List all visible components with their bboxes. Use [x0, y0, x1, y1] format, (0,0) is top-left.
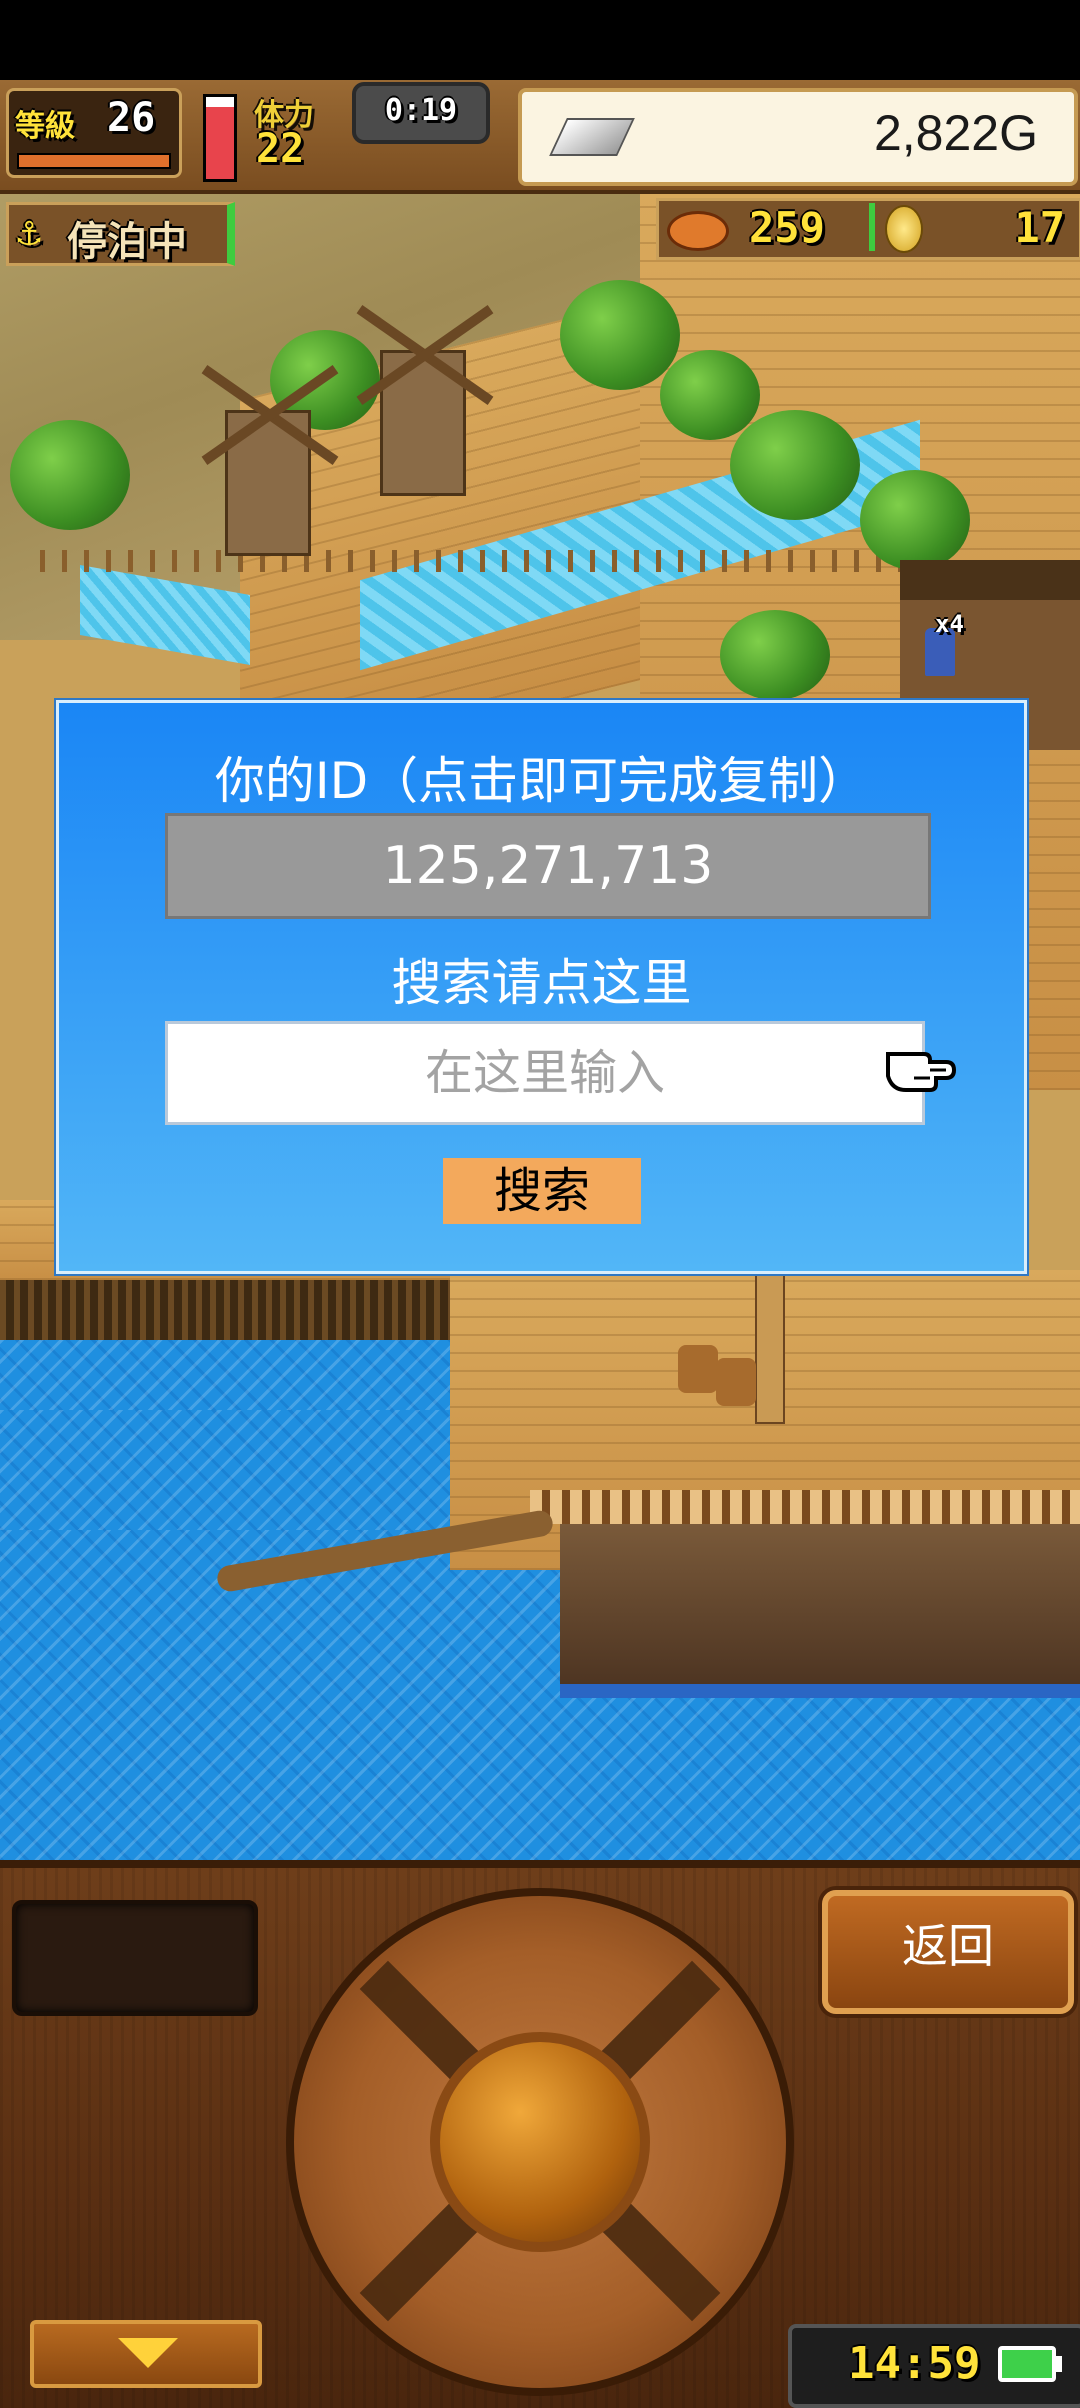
clock-value: 14:59: [848, 2338, 981, 2389]
player-id-box[interactable]: 125,271,713: [165, 813, 931, 919]
control-panel: 返回 14:59: [0, 1860, 1080, 2408]
villager-badge: x4: [935, 610, 964, 638]
timer-box: 0:19: [352, 82, 490, 144]
back-button-label: 返回: [902, 1919, 994, 1973]
barrel: [678, 1345, 718, 1393]
stamina-gauge: [203, 94, 237, 182]
silver-bar-icon: [549, 118, 635, 156]
food-count: 259: [749, 203, 825, 252]
status-badge: ⚓ 停泊中: [6, 202, 235, 266]
food-gauge: [869, 203, 875, 251]
id-search-dialog: 你的ID（点击即可完成复制） 125,271,713 搜索请点这里 搜索: [56, 700, 1027, 1274]
roast-meat-icon: [667, 211, 729, 251]
resource-bar: 259 17: [656, 198, 1080, 260]
clock-panel: 14:59: [788, 2324, 1080, 2408]
ship-hull: [560, 1524, 1080, 1698]
medal-icon: [885, 205, 923, 253]
pointing-hand-icon: [884, 1040, 958, 1092]
search-button[interactable]: 搜索: [443, 1158, 641, 1224]
timer-value: 0:19: [384, 93, 458, 128]
stamina-value: 22: [256, 126, 305, 172]
wheel-center-button[interactable]: [430, 2032, 650, 2252]
down-arrow-icon: [118, 2338, 178, 2368]
battery-icon: [998, 2346, 1056, 2382]
ship-wheel-icon[interactable]: [286, 1888, 794, 2396]
sea: [0, 1410, 470, 1530]
status-label: 停泊中: [67, 219, 187, 265]
tree: [10, 420, 130, 530]
ship-mast: [755, 1270, 785, 1424]
exp-bar: [17, 153, 171, 169]
tree: [730, 410, 860, 520]
level-panel[interactable]: 等級 26: [6, 88, 182, 178]
fence: [40, 550, 940, 572]
ship-railing: [530, 1490, 1080, 1524]
dialog-title: 你的ID（点击即可完成复制）: [214, 752, 869, 810]
level-label: 等級: [15, 109, 75, 144]
tree: [720, 610, 830, 700]
down-arrow-button[interactable]: [30, 2320, 262, 2388]
top-hud: 等級 26 体力 22 0:19 2,822G: [0, 80, 1080, 194]
gold-panel[interactable]: 2,822G: [518, 88, 1078, 186]
search-label: 搜索请点这里: [391, 954, 692, 1012]
back-button[interactable]: 返回: [822, 1890, 1074, 2014]
tree: [560, 280, 680, 390]
stamina-panel[interactable]: 体力 22: [252, 90, 352, 172]
gold-amount: 2,822G: [873, 105, 1038, 161]
info-slot[interactable]: [12, 1900, 258, 2016]
barrel: [716, 1358, 756, 1406]
medal-count: 17: [1014, 203, 1065, 252]
tree: [660, 350, 760, 440]
search-input[interactable]: [165, 1021, 925, 1125]
battery-tip: [1056, 2356, 1062, 2372]
anchor-icon: ⚓: [17, 209, 42, 255]
level-value: 26: [107, 95, 156, 141]
tree: [860, 470, 970, 570]
